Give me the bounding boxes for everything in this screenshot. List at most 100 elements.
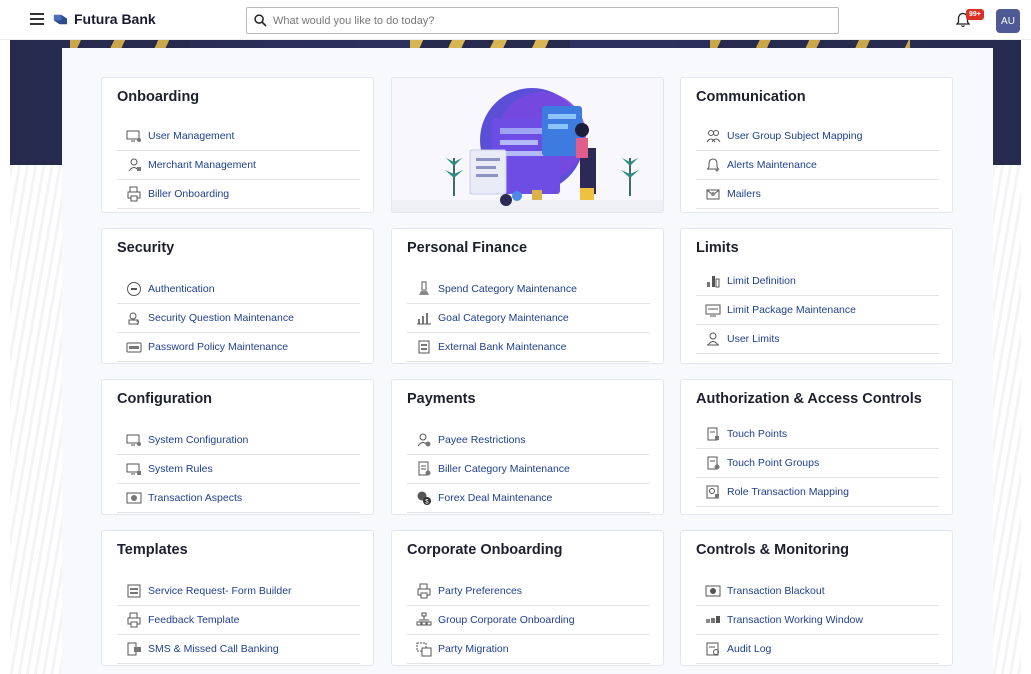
card-limits: Limits Limit Definition Limit Package Ma…	[680, 228, 953, 364]
link-authentication[interactable]: Authentication	[117, 275, 360, 304]
payee-icon	[417, 433, 431, 447]
role-mapping-icon	[706, 485, 719, 499]
link-merchant-management[interactable]: Merchant Management	[117, 151, 360, 180]
link-party-preferences[interactable]: Party Preferences	[407, 577, 650, 606]
card-title: Communication	[696, 89, 806, 105]
link-mailers[interactable]: Mailers	[696, 180, 939, 209]
link-password-policy-maintenance[interactable]: Password Policy Maintenance	[117, 333, 360, 362]
card-authorization-access-controls: Authorization & Access Controls Touch Po…	[680, 379, 953, 515]
link-transaction-blackout[interactable]: Transaction Blackout	[696, 577, 939, 606]
dashboard-illustration	[391, 77, 664, 213]
sms-icon	[127, 642, 141, 656]
main-content: Onboarding User Management Merchant Mana…	[62, 48, 993, 674]
link-biller-category-maintenance[interactable]: Biller Category Maintenance	[407, 455, 650, 484]
card-payments: Payments Payee Restrictions Biller Categ…	[391, 379, 664, 515]
card-controls-monitoring: Controls & Monitoring Transaction Blacko…	[680, 530, 953, 666]
link-audit-log[interactable]: Audit Log	[696, 635, 939, 664]
card-personal-finance: Personal Finance Spend Category Maintena…	[391, 228, 664, 364]
bank-icon	[418, 340, 430, 354]
audit-log-icon	[706, 642, 719, 656]
link-user-limits[interactable]: User Limits	[696, 325, 939, 354]
goal-icon	[417, 313, 431, 325]
link-service-request-form-builder[interactable]: Service Request- Form Builder	[117, 577, 360, 606]
merchant-icon	[128, 158, 141, 172]
card-title: Limits	[696, 240, 739, 256]
card-title: Payments	[407, 391, 476, 407]
card-title: Controls & Monitoring	[696, 542, 850, 558]
card-title: Corporate Onboarding	[407, 542, 563, 558]
spend-icon	[419, 281, 429, 295]
bell-icon	[706, 158, 720, 172]
monitor-rules-icon	[126, 463, 141, 475]
link-forex-deal-maintenance[interactable]: $ Forex Deal Maintenance	[407, 484, 650, 513]
search-input[interactable]	[273, 14, 813, 27]
blackout-icon	[705, 585, 721, 597]
link-role-transaction-mapping[interactable]: Role Transaction Mapping	[696, 478, 939, 507]
link-feedback-template[interactable]: Feedback Template	[117, 606, 360, 635]
shield-icon	[127, 282, 141, 296]
card-title: Onboarding	[117, 89, 200, 105]
link-payee-restrictions[interactable]: Payee Restrictions	[407, 426, 650, 455]
touch-group-icon	[707, 456, 720, 470]
link-alerts-maintenance[interactable]: Alerts Maintenance	[696, 151, 939, 180]
printer-icon	[127, 186, 141, 202]
notifications-button[interactable]: 99+	[956, 9, 986, 30]
migration-icon	[416, 642, 432, 657]
feedback-icon	[127, 612, 141, 628]
hamburger-menu-icon[interactable]	[30, 13, 44, 25]
link-security-question-maintenance[interactable]: ? Security Question Maintenance	[117, 304, 360, 333]
link-external-bank-maintenance[interactable]: External Bank Maintenance	[407, 333, 650, 362]
user-limit-icon	[707, 332, 719, 346]
card-title: Configuration	[117, 391, 213, 407]
left-side-pattern	[10, 165, 62, 674]
card-title: Personal Finance	[407, 240, 528, 256]
link-goal-category-maintenance[interactable]: Goal Category Maintenance	[407, 304, 650, 333]
link-system-rules[interactable]: System Rules	[117, 455, 360, 484]
card-onboarding: Onboarding User Management Merchant Mana…	[101, 77, 374, 213]
link-transaction-working-window[interactable]: Transaction Working Window	[696, 606, 939, 635]
touch-point-icon	[707, 427, 719, 441]
card-communication: Communication User Group Subject Mapping…	[680, 77, 953, 213]
illustration-graphic	[392, 78, 663, 212]
link-group-corporate-onboarding[interactable]: Group Corporate Onboarding	[407, 606, 650, 635]
transaction-icon	[126, 492, 142, 504]
link-party-migration[interactable]: Party Migration	[407, 635, 650, 664]
brand-logo[interactable]: Futura Bank	[53, 11, 156, 27]
card-title: Templates	[117, 542, 188, 558]
working-window-icon	[706, 616, 720, 623]
link-touch-points[interactable]: Touch Points	[696, 420, 939, 449]
card-title: Authorization & Access Controls	[696, 391, 922, 407]
limit-chart-icon	[707, 276, 720, 288]
search-icon	[253, 14, 267, 27]
card-security: Security Authentication ? Security Quest…	[101, 228, 374, 364]
link-spend-category-maintenance[interactable]: Spend Category Maintenance	[407, 275, 650, 304]
user-group-icon	[706, 130, 721, 143]
svg-text:?: ?	[136, 321, 140, 326]
link-system-configuration[interactable]: System Configuration	[117, 426, 360, 455]
card-title: Security	[117, 240, 175, 256]
form-builder-icon	[127, 584, 141, 598]
link-limit-package-maintenance[interactable]: Limit Package Maintenance	[696, 296, 939, 325]
link-transaction-aspects[interactable]: Transaction Aspects	[117, 484, 360, 513]
password-icon	[126, 342, 142, 353]
monitor-user-icon	[126, 130, 141, 142]
card-templates: Templates Service Request- Form Builder …	[101, 530, 374, 666]
right-side-pattern	[993, 165, 1021, 674]
link-user-group-subject-mapping[interactable]: User Group Subject Mapping	[696, 122, 939, 151]
card-corporate-onboarding: Corporate Onboarding Party Preferences G…	[391, 530, 664, 666]
link-touch-point-groups[interactable]: Touch Point Groups	[696, 449, 939, 478]
link-biller-onboarding[interactable]: Biller Onboarding	[117, 180, 360, 209]
card-configuration: Configuration System Configuration Syste…	[101, 379, 374, 515]
org-chart-icon	[416, 612, 432, 626]
package-icon	[705, 304, 721, 317]
user-avatar[interactable]: AU	[996, 9, 1020, 33]
link-sms-missed-call-banking[interactable]: SMS & Missed Call Banking	[117, 635, 360, 664]
biller-category-icon	[418, 461, 431, 476]
forex-icon: $	[417, 491, 431, 506]
link-user-management[interactable]: User Management	[117, 122, 360, 151]
top-header: Futura Bank 99+ AU	[0, 0, 1031, 40]
link-limit-definition[interactable]: Limit Definition	[696, 267, 939, 296]
question-icon: ?	[128, 312, 140, 326]
search-bar[interactable]	[246, 7, 839, 34]
notification-count-badge: 99+	[966, 9, 984, 20]
